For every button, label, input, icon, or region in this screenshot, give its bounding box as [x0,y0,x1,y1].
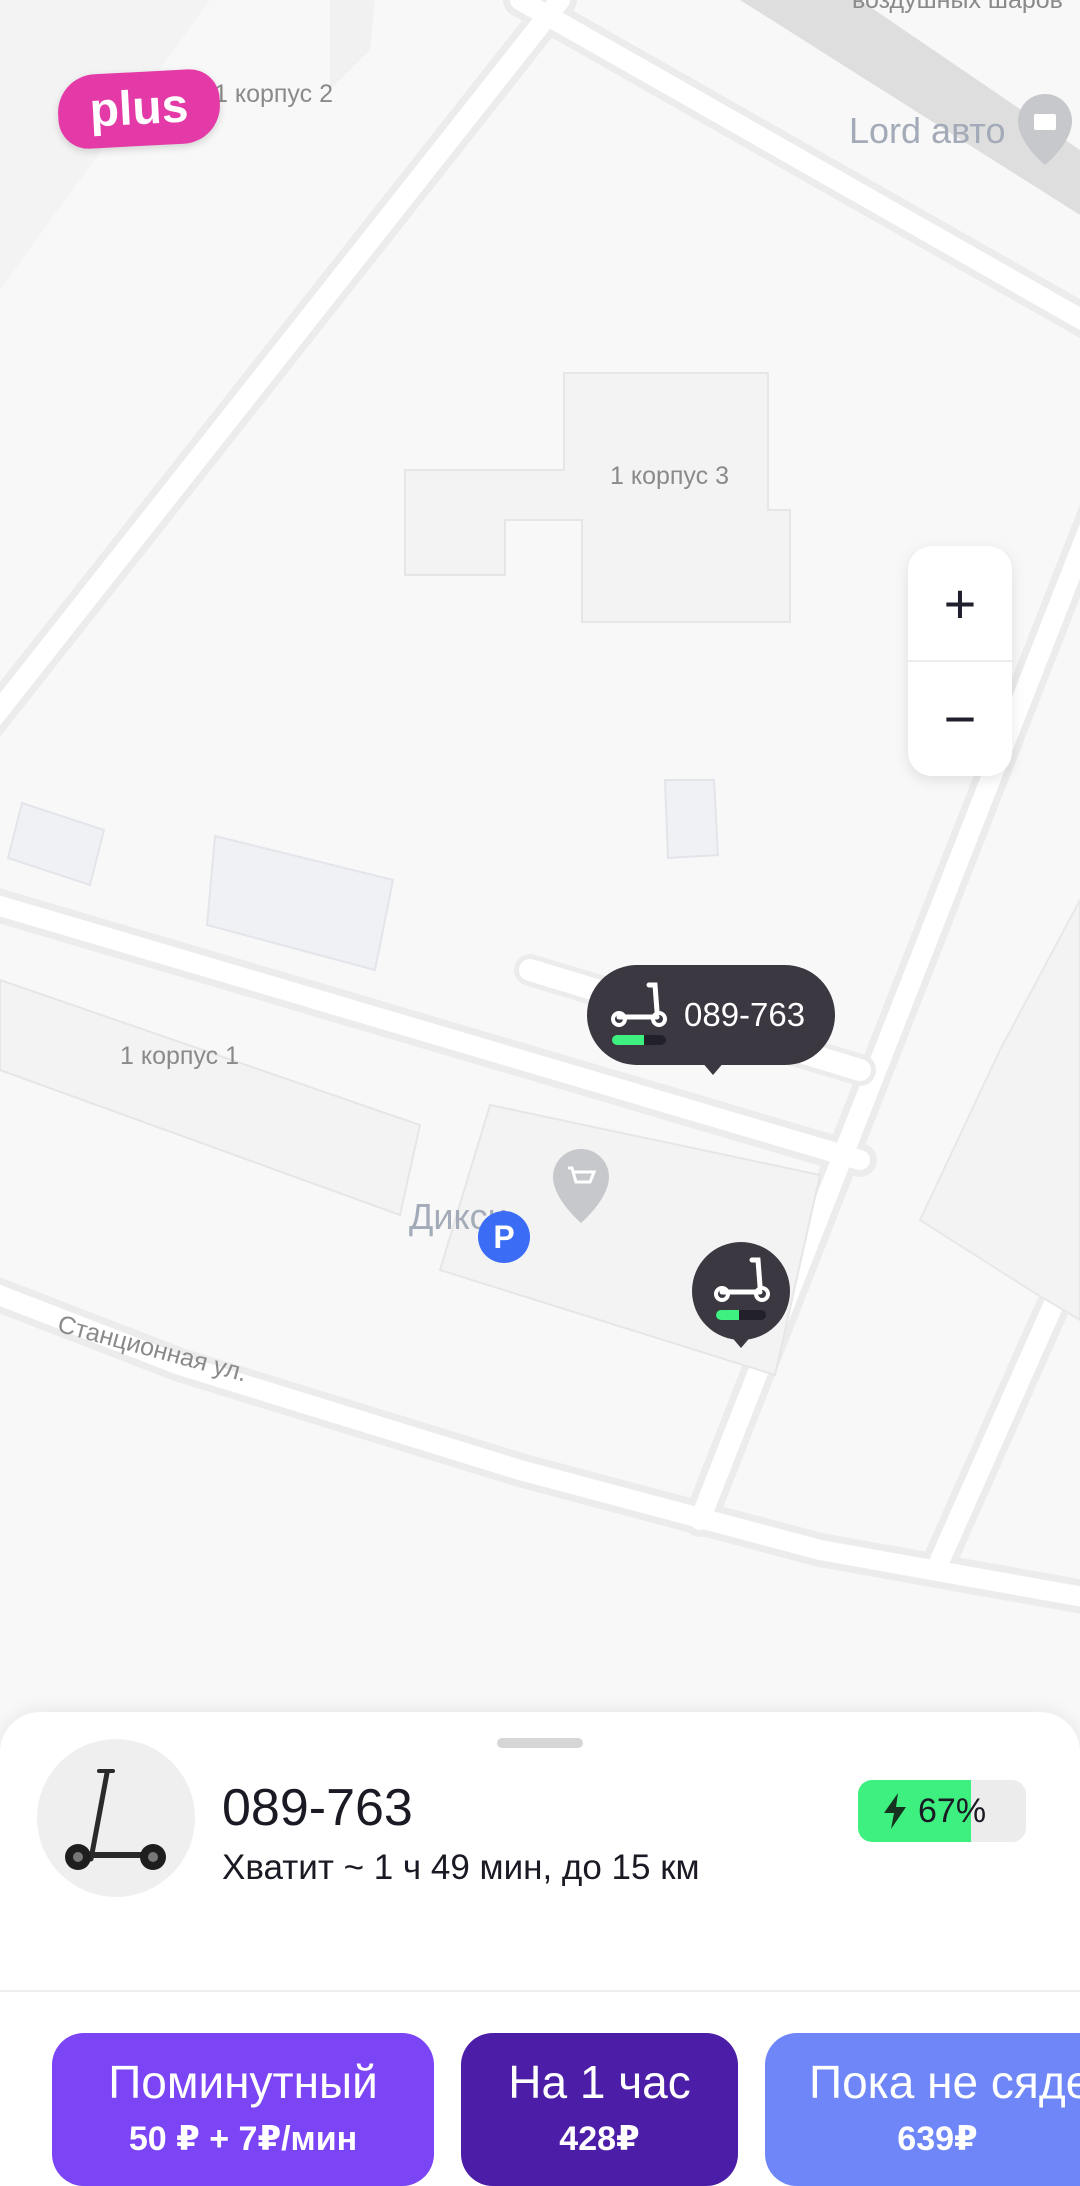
pin-battery-bar [716,1310,766,1320]
map-view[interactable]: 1 корпус 2 1 корпус 3 1 корпус 1 Станцио… [0,0,1080,1720]
scooter-icon [611,982,667,1027]
pin-battery-bar [612,1035,666,1045]
pin-battery-fill [716,1310,739,1320]
plus-badge[interactable]: plus [56,67,222,151]
pin-scooter-code: 089-763 [684,996,806,1033]
tariff-price: 50 ₽ + 7₽/мин [128,2120,358,2158]
parking-icon[interactable]: P [478,1211,530,1263]
battery-indicator: 67% [858,1780,1026,1842]
tariff-per-minute-button[interactable]: Поминутный 50 ₽ + 7₽/мин [52,2033,434,2186]
road [0,1277,1080,1614]
pin-tail [701,1061,725,1075]
scooter-photo [37,1739,195,1897]
plus-icon: + [943,572,977,635]
battery-percent: 67% [918,1791,987,1830]
map-label-korpus3: 1 корпус 3 [610,462,729,490]
zoom-controls: + − [908,546,1012,776]
sheet-drag-handle[interactable] [497,1738,583,1748]
scooter-image-icon [65,1769,166,1870]
tariff-one-hour-button[interactable]: На 1 час 428₽ [461,2033,738,2186]
scooter-icon [714,1257,770,1302]
scooter-id: 089-763 [222,1779,413,1837]
tariff-price: 639₽ [897,2120,978,2158]
building-korpus3 [404,372,791,623]
lightning-icon [884,1793,906,1829]
tariff-price: 428₽ [559,2120,640,2158]
pin-tail [729,1334,753,1348]
scooter-pin[interactable] [692,1242,790,1348]
poi-label-lord-avto: Lord авто [849,110,1006,151]
zoom-out-button[interactable]: − [908,661,1012,776]
map-label-korpus2: 1 корпус 2 [214,80,333,108]
scooter-bottom-sheet[interactable]: 089-763 Хватит ~ 1 ч 49 мин, до 15 км 67… [0,1712,1080,2186]
pin-battery-fill [612,1035,645,1045]
range-estimate: Хватит ~ 1 ч 49 мин, до 15 км [222,1848,700,1887]
tariff-name: Пока не сядет [809,2056,1080,2108]
tariff-name: На 1 час [508,2056,691,2108]
sheet-divider [0,1990,1080,1992]
zoom-in-button[interactable]: + [908,546,1012,661]
map-label-vozdushnykh: воздушных шаров [852,0,1063,14]
minus-icon: − [943,687,977,750]
tariff-until-empty-button[interactable]: Пока не сядет 639₽ [765,2033,1080,2186]
tariff-name: Поминутный [108,2056,378,2108]
scooter-pin-selected[interactable]: 089-763 [587,965,835,1075]
map-label-korpus1: 1 корпус 1 [120,1042,239,1070]
map-background [0,0,1080,1614]
